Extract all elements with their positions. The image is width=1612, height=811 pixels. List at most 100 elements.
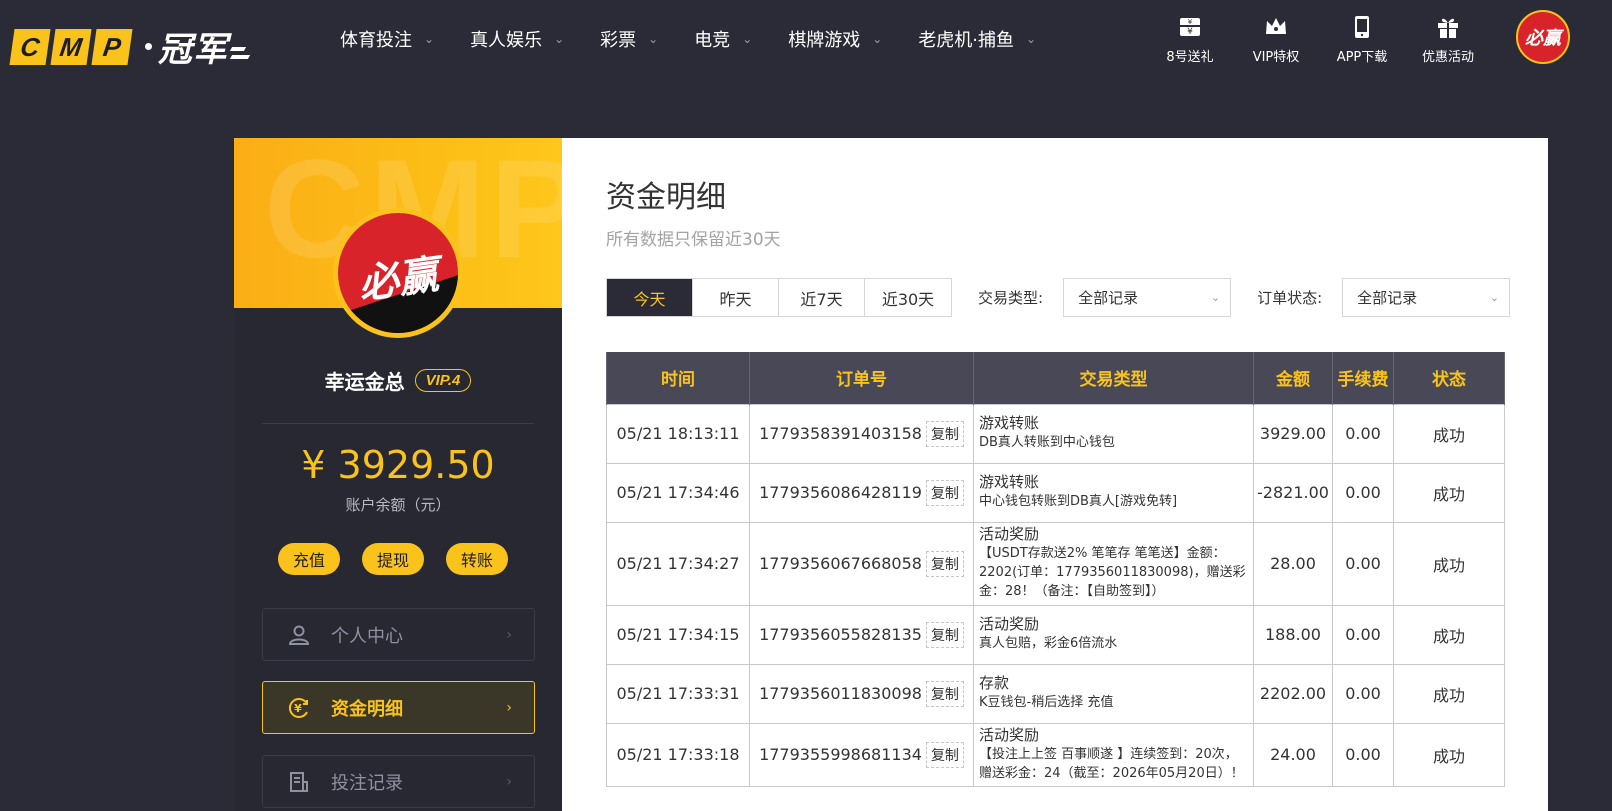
cell-order: 1779355998681134 复制 [749, 722, 974, 787]
quick-link-label: 8号送礼 [1166, 50, 1214, 65]
tab-yesterday[interactable]: 昨天 [693, 279, 779, 316]
table-row: 05/21 18:13:11 1779358391403158 复制 游戏转账 DB… [606, 403, 1505, 464]
cell-time: 05/21 17:33:31 [606, 663, 750, 724]
column-header-status: 状态 [1393, 352, 1505, 404]
nav-item-card-games[interactable]: 棋牌游戏 ⌄ [788, 26, 882, 52]
svg-text:¥: ¥ [294, 702, 302, 715]
quick-link-app-download[interactable]: APP下载 [1322, 14, 1402, 65]
order-status-label: 订单状态: [1257, 289, 1323, 307]
table-row: 05/21 17:34:27 1779356067668058 复制 活动奖励【U… [606, 521, 1505, 606]
quick-links: ¥ ¥ 8号送礼 VIP特权 APP下载 优惠活动 [1144, 14, 1488, 65]
date-range-tabs: 今天 昨天 近7天 近30天 [606, 278, 952, 317]
profile-name-row: 幸运金总 VIP.4 [234, 366, 562, 395]
transaction-title: 游戏转账 [979, 414, 1040, 432]
tab-last-30-days[interactable]: 近30天 [865, 279, 951, 316]
wallet-actions: 充值 提现 转账 [278, 543, 508, 575]
cell-status: 成功 [1393, 462, 1505, 523]
user-avatar[interactable]: 必赢 [1516, 10, 1570, 64]
chevron-down-icon: ⌄ [872, 32, 883, 46]
column-header-order-no: 订单号 [749, 352, 974, 404]
column-header-transaction-type: 交易类型 [973, 352, 1254, 404]
sidebar-item-bet-records[interactable]: 投注记录 › [262, 755, 535, 808]
cell-fee: 0.00 [1332, 462, 1394, 523]
transaction-type-select[interactable]: 全部记录 ⌄ [1063, 278, 1232, 317]
divider [262, 423, 534, 424]
transaction-type-label: 交易类型: [978, 289, 1044, 307]
cell-fee: 0.00 [1332, 722, 1394, 787]
cell-time: 05/21 18:13:11 [606, 403, 750, 464]
logo-stripes [229, 46, 251, 59]
withdraw-button[interactable]: 提现 [362, 543, 424, 575]
copy-button[interactable]: 复制 [925, 621, 964, 648]
sidebar-item-label: 个人中心 [331, 625, 403, 647]
deposit-button[interactable]: 充值 [278, 543, 340, 575]
chevron-down-icon: ⌄ [1026, 32, 1037, 46]
quick-link-vip[interactable]: VIP特权 [1236, 14, 1316, 65]
sidebar-item-profile[interactable]: 个人中心 › [262, 608, 535, 661]
nav-item-sports[interactable]: 体育投注 ⌄ [340, 26, 434, 52]
cell-order: 1779356067668058 复制 [749, 521, 974, 606]
balance-amount: ¥ 3929.50 [301, 443, 495, 487]
transaction-description: 真人包赔，彩金6倍流水 [979, 636, 1118, 651]
vip-badge: VIP.4 [414, 369, 472, 392]
chevron-down-icon: ⌄ [742, 32, 753, 46]
chevron-right-icon: › [506, 699, 512, 716]
cell-time: 05/21 17:33:18 [606, 722, 750, 787]
sidebar-item-fund-details[interactable]: ¥ 资金明细 › [262, 681, 535, 734]
logo-letter-m: M [50, 28, 92, 65]
cell-status: 成功 [1393, 663, 1505, 724]
cell-amount: -2821.00 [1253, 462, 1333, 523]
cell-time: 05/21 17:34:27 [606, 521, 750, 606]
nav-item-lottery[interactable]: 彩票 ⌄ [600, 26, 658, 52]
cell-fee: 0.00 [1332, 663, 1394, 724]
tab-last-7-days[interactable]: 近7天 [779, 279, 865, 316]
cell-type: 游戏转账 中心钱包转账到DB真人[游戏免转] [973, 462, 1254, 523]
logo-letter-c: C [9, 28, 51, 65]
chevron-down-icon: ⌄ [1489, 291, 1500, 304]
copy-button[interactable]: 复制 [925, 479, 964, 506]
nav-label: 彩票 [600, 30, 637, 51]
logo-brand-name: 冠军 [158, 30, 228, 70]
cell-status: 成功 [1393, 722, 1505, 787]
copy-button[interactable]: 复制 [925, 680, 964, 707]
cell-type: 活动奖励 【投注上上签 百事顺遂 】连续签到：20次，赠送彩金：24（截至：202… [973, 722, 1254, 787]
chevron-down-icon: ⌄ [1210, 291, 1221, 304]
order-status-select[interactable]: 全部记录 ⌄ [1342, 278, 1511, 317]
account-sidebar: CMP 必赢 幸运金总 VIP.4 ¥ 3929.50 账户余额（元） 充值 提… [234, 138, 562, 811]
cell-status: 成功 [1393, 521, 1505, 606]
copy-button[interactable]: 复制 [925, 741, 964, 768]
copy-button[interactable]: 复制 [925, 420, 964, 447]
quick-link-label: 优惠活动 [1421, 50, 1474, 65]
order-number: 1779355998681134 [759, 745, 922, 764]
top-navbar: C M P 冠军 体育投注 ⌄ 真人娱乐 ⌄ 彩票 ⌄ 电竞 ⌄ 棋牌游戏 ⌄ 老虎机·捕… [0, 0, 1612, 82]
cell-type: 存款 K豆钱包-稍后选择 充值 [973, 663, 1254, 724]
quick-link-gift-8[interactable]: ¥ ¥ 8号送礼 [1150, 14, 1230, 65]
avatar-text: 必赢 [1525, 28, 1561, 49]
order-number: 1779358391403158 [759, 424, 922, 443]
balance-label: 账户余额（元） [345, 496, 451, 514]
cell-type: 游戏转账 DB真人转账到中心钱包 [973, 403, 1254, 464]
transaction-description: 【USDT存款送2% 笔笔存 笔笔送】金额：2202(订单：1779356011… [979, 546, 1246, 599]
sidebar-item-label: 投注记录 [331, 772, 403, 794]
transaction-title: 游戏转账 [979, 473, 1040, 491]
cell-fee: 0.00 [1332, 521, 1394, 606]
quick-link-label: VIP特权 [1252, 50, 1300, 65]
copy-button[interactable]: 复制 [925, 550, 964, 577]
transfer-button[interactable]: 转账 [446, 543, 508, 575]
nav-item-live-casino[interactable]: 真人娱乐 ⌄ [470, 26, 564, 52]
brand-logo[interactable]: C M P 冠军 [9, 22, 251, 71]
nav-label: 体育投注 [340, 30, 412, 51]
nav-item-slots-fishing[interactable]: 老虎机·捕鱼 ⌄ [918, 26, 1036, 52]
order-number: 1779356086428119 [759, 483, 922, 502]
profile-avatar: 必赢 [333, 208, 463, 338]
cell-type: 活动奖励 真人包赔，彩金6倍流水 [973, 604, 1254, 665]
username: 幸运金总 [324, 370, 405, 394]
cell-fee: 0.00 [1332, 604, 1394, 665]
user-icon [288, 625, 310, 645]
crown-icon [1266, 18, 1286, 34]
svg-text:¥: ¥ [1188, 18, 1193, 26]
quick-link-promotions[interactable]: 优惠活动 [1408, 14, 1488, 65]
tab-today[interactable]: 今天 [607, 279, 693, 316]
nav-item-esports[interactable]: 电竞 ⌄ [694, 26, 752, 52]
transaction-title: 活动奖励 [979, 525, 1040, 543]
